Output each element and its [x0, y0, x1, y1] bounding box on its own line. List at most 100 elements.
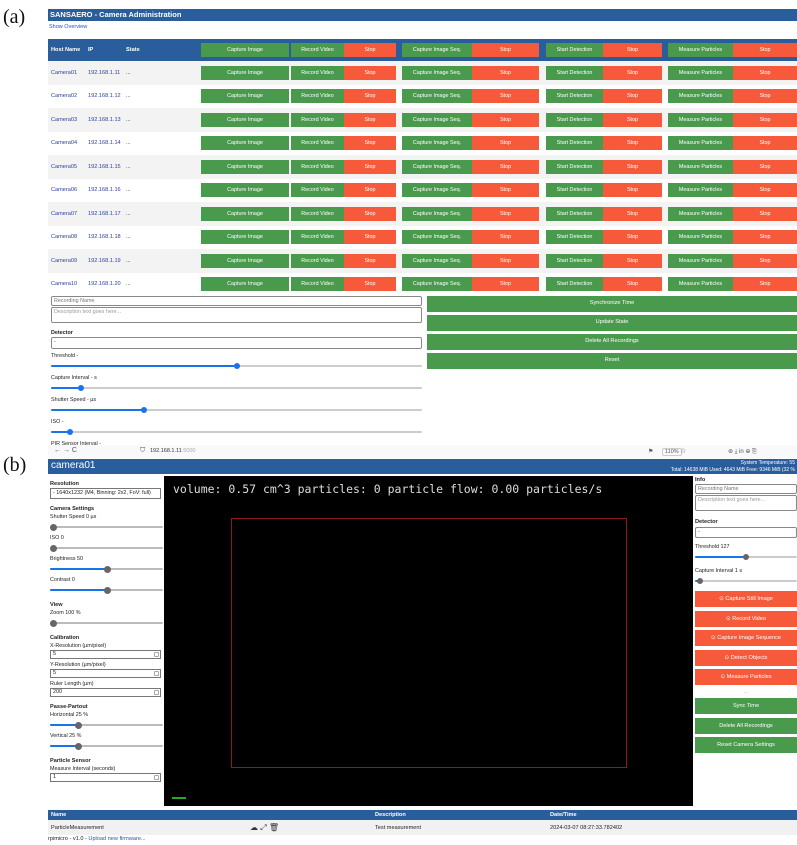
capture-all-button[interactable]: Capture Image [201, 43, 289, 57]
record-all-button[interactable]: Record Video [291, 43, 344, 57]
x-resolution-input[interactable]: 5 [50, 650, 161, 659]
stop-detection-button[interactable]: Stop [603, 277, 662, 292]
stop-measure-button[interactable]: Stop [733, 230, 797, 245]
capture-image-button[interactable]: Capture Image [201, 159, 289, 174]
stop-measure-button[interactable]: Stop [733, 159, 797, 174]
camera-host-link[interactable]: Camera10 [51, 281, 89, 287]
stop-video-button[interactable]: Stop [344, 206, 396, 221]
stop-measure-button[interactable]: Stop [733, 136, 797, 151]
table-row[interactable]: ParticleMeasurement ☁ ⤢ 🗑 Test measureme… [48, 820, 797, 835]
record-video-button[interactable]: Record Video [291, 136, 344, 151]
capture-image-sequence-button[interactable]: ⊙ Capture Image Sequence [695, 630, 797, 647]
camera-live-view[interactable]: volume: 0.57 cm^3 particles: 0 particle … [164, 476, 693, 806]
y-resolution-input[interactable]: 5 [50, 669, 161, 678]
camera-ip-link[interactable]: 192.168.1.13 [88, 117, 126, 123]
measure-all-button[interactable]: Measure Particles [668, 43, 733, 57]
camera-ip-link[interactable]: 192.168.1.15 [88, 164, 126, 170]
measure-interval-input[interactable]: 1 [50, 773, 161, 782]
stop-detection-button[interactable]: Stop [603, 159, 662, 174]
zoom-slider[interactable] [50, 618, 163, 628]
capture-image-button[interactable]: Capture Image [201, 206, 289, 221]
start-detection-button[interactable]: Start Detection [546, 112, 603, 127]
shutter-speed-slider[interactable] [50, 522, 163, 532]
browser-nav-buttons[interactable]: ← → C [54, 447, 77, 454]
capture-interval-slider[interactable] [695, 576, 797, 586]
browser-extension-icons[interactable]: ⊛ ⤓ in ⊕ ⎘ [728, 448, 757, 456]
capture-image-seq-button[interactable]: Capture Image Seq. [402, 206, 472, 221]
stop-video-button[interactable]: Stop [344, 230, 396, 245]
stepper-icon[interactable] [154, 775, 159, 780]
bookmark-star-icon[interactable]: ☆ [680, 447, 686, 455]
stop-seq-button[interactable]: Stop [472, 136, 539, 151]
camera-host-link[interactable]: Camera07 [51, 211, 89, 217]
stop-seq-button[interactable]: Stop [472, 277, 539, 292]
stop-measure-button[interactable]: Stop [733, 112, 797, 127]
stop-seq-button[interactable]: Stop [472, 230, 539, 245]
measure-particles-button[interactable]: Measure Particles [668, 183, 733, 198]
start-detection-all-button[interactable]: Start Detection [546, 43, 603, 57]
stop-video-button[interactable]: Stop [344, 112, 396, 127]
start-detection-button[interactable]: Start Detection [546, 206, 603, 221]
upload-firmware-link[interactable]: Upload new firmware... [88, 836, 145, 842]
measure-particles-button[interactable]: Measure Particles [668, 112, 733, 127]
stop-video-button[interactable]: Stop [344, 159, 396, 174]
stop-detection-button[interactable]: Stop [603, 112, 662, 127]
slider-thumb[interactable] [66, 429, 73, 435]
slider-thumb[interactable] [140, 407, 147, 413]
description-input[interactable]: Description text goes here... [695, 495, 797, 511]
stepper-icon[interactable] [154, 671, 159, 676]
iso-slider[interactable] [50, 543, 163, 553]
threshold-slider[interactable] [51, 361, 422, 371]
camera-host-link[interactable]: Camera05 [51, 164, 89, 170]
recording-name-input[interactable] [51, 296, 422, 306]
stop-detection-button[interactable]: Stop [603, 65, 662, 80]
stepper-icon[interactable] [154, 690, 159, 695]
stop-detection-button[interactable]: Stop [603, 136, 662, 151]
sync-time-button[interactable]: Sync Time [695, 697, 797, 714]
stop-detection-button[interactable]: Stop [603, 183, 662, 198]
stepper-icon[interactable] [154, 652, 159, 657]
record-video-button[interactable]: Record Video [291, 159, 344, 174]
stop-detection-button[interactable]: Stop [603, 206, 662, 221]
stop-seq-button[interactable]: Stop [472, 206, 539, 221]
show-overview-link[interactable]: Show Overview [49, 24, 87, 30]
stop-measure-button[interactable]: Stop [733, 65, 797, 80]
stop-seq-button[interactable]: Stop [472, 183, 539, 198]
vertical-slider[interactable] [50, 741, 163, 751]
record-video-button[interactable]: Record Video [291, 253, 344, 268]
stop-video-button[interactable]: Stop [344, 89, 396, 104]
stop-video-button[interactable]: Stop [344, 253, 396, 268]
capture-interval-slider[interactable] [51, 383, 422, 393]
record-video-button[interactable]: Record Video [291, 65, 344, 80]
capture-image-seq-button[interactable]: Capture Image Seq. [402, 89, 472, 104]
stop-measure-button[interactable]: Stop [733, 206, 797, 221]
stop-seq-button[interactable]: Stop [472, 112, 539, 127]
measure-particles-button[interactable]: ⊙ Measure Particles [695, 669, 797, 686]
stop-video-button[interactable]: Stop [344, 183, 396, 198]
stop-detection-button[interactable]: Stop [603, 230, 662, 245]
delete-all-recordings-button[interactable]: Delete All Recordings [695, 717, 797, 734]
update-state-button[interactable]: Update State [427, 315, 797, 331]
capture-image-button[interactable]: Capture Image [201, 183, 289, 198]
start-detection-button[interactable]: Start Detection [546, 159, 603, 174]
stop-measure-button[interactable]: Stop [733, 183, 797, 198]
capture-image-button[interactable]: Capture Image [201, 230, 289, 245]
stop-video-button[interactable]: Stop [344, 136, 396, 151]
horizontal-slider[interactable] [50, 720, 163, 730]
capture-image-seq-button[interactable]: Capture Image Seq. [402, 136, 472, 151]
capture-image-button[interactable]: Capture Image [201, 89, 289, 104]
recording-name-input[interactable] [695, 484, 797, 494]
zoom-level-badge[interactable]: 110% [662, 447, 682, 456]
stop-measure-button[interactable]: Stop [733, 277, 797, 292]
camera-ip-link[interactable]: 192.168.1.12 [88, 93, 126, 99]
capture-image-button[interactable]: Capture Image [201, 136, 289, 151]
stop-measure-button[interactable]: Stop [733, 253, 797, 268]
camera-ip-link[interactable]: 192.168.1.16 [88, 187, 126, 193]
slider-thumb[interactable] [697, 578, 704, 584]
camera-ip-link[interactable]: 192.168.1.17 [88, 211, 126, 217]
slider-thumb[interactable] [103, 565, 111, 573]
slider-thumb[interactable] [233, 363, 240, 369]
slider-thumb[interactable] [743, 554, 749, 560]
stop-video-button[interactable]: Stop [344, 277, 396, 292]
threshold-slider[interactable] [695, 552, 797, 562]
